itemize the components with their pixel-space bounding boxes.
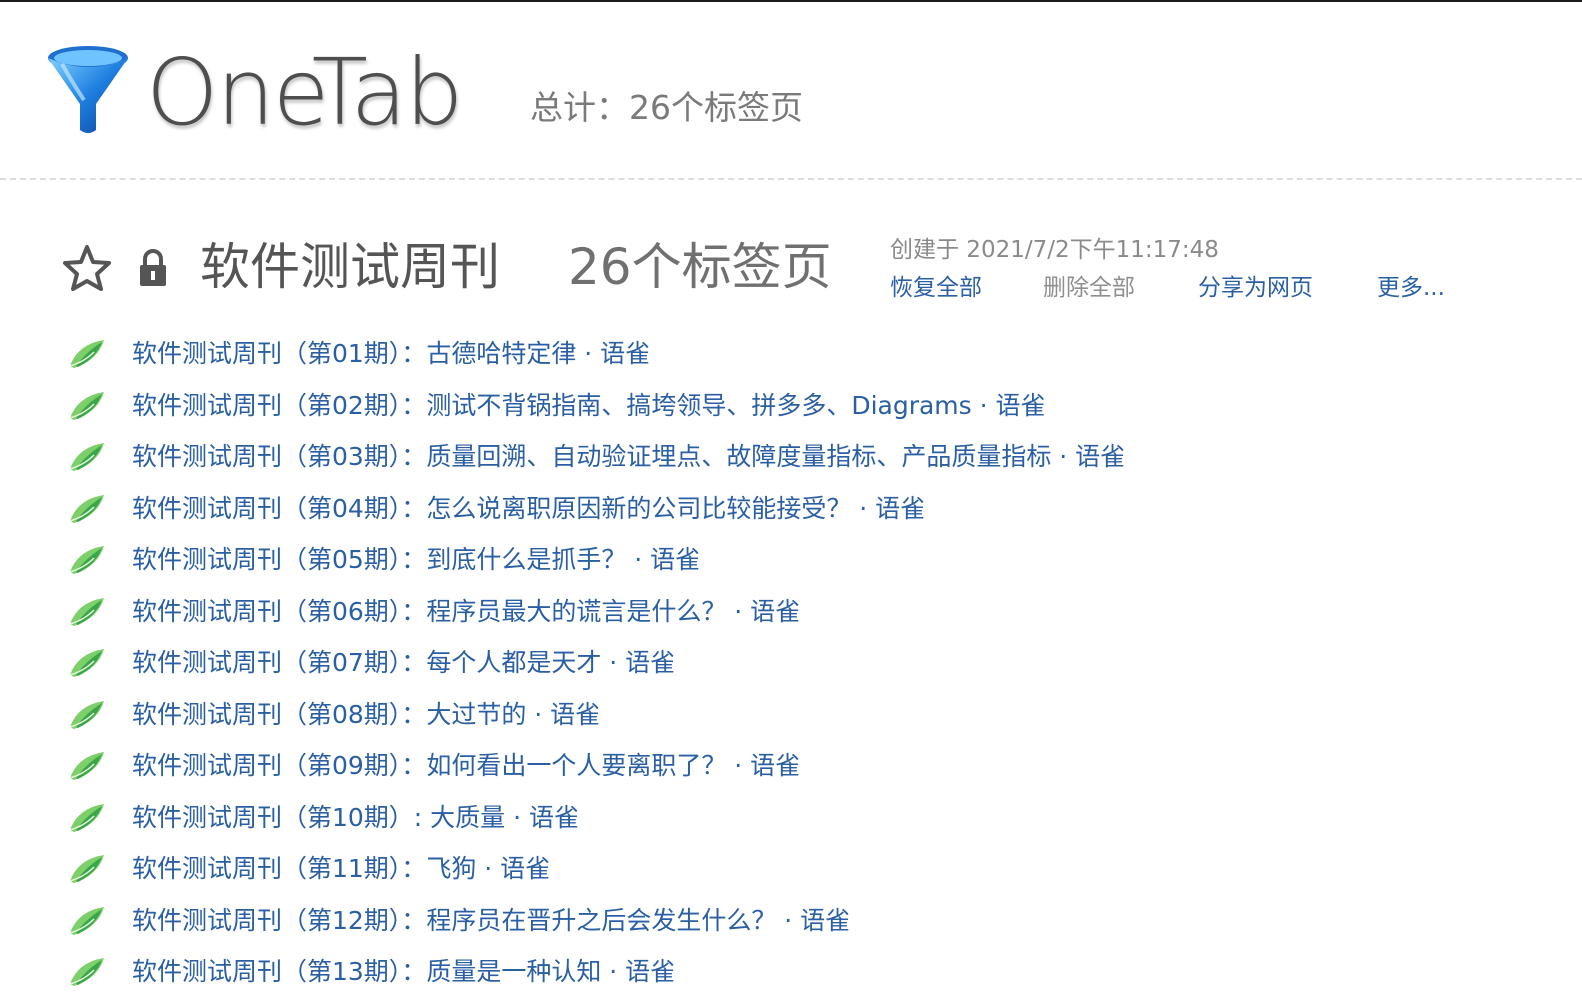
header-divider — [0, 178, 1582, 180]
tab-link[interactable]: 软件测试周刊（第08期）：大过节的 · 语雀 — [132, 695, 600, 735]
tab-row[interactable]: 软件测试周刊（第05期）：到底什么是抓手？ · 语雀 — [60, 536, 1520, 584]
tab-link[interactable]: 软件测试周刊（第06期）：程序员最大的谎言是什么？ · 语雀 — [132, 592, 800, 632]
yuque-favicon-icon — [68, 853, 108, 885]
tab-link[interactable]: 软件测试周刊（第03期）：质量回溯、自动验证埋点、故障度量指标、产品质量指标 ·… — [132, 437, 1125, 477]
yuque-favicon-icon — [68, 544, 108, 576]
tab-row[interactable]: 软件测试周刊（第08期）：大过节的 · 语雀 — [60, 691, 1520, 739]
yuque-favicon-icon — [68, 596, 108, 628]
page-header: OneTab 总计：26个标签页 — [0, 2, 1582, 180]
tab-row[interactable]: 软件测试周刊（第09期）：如何看出一个人要离职了？ · 语雀 — [60, 742, 1520, 790]
yuque-favicon-icon — [68, 905, 108, 937]
total-tabs-count: 总计：26个标签页 — [530, 88, 803, 127]
restore-all-link[interactable]: 恢复全部 — [890, 272, 982, 304]
tab-row[interactable]: 软件测试周刊（第04期）：怎么说离职原因新的公司比较能接受？ · 语雀 — [60, 485, 1520, 533]
tab-row[interactable]: 软件测试周刊（第11期）：飞狗 · 语雀 — [60, 845, 1520, 893]
group-created-date: 创建于 2021/7/2下午11:17:48 — [890, 237, 1219, 263]
tab-row[interactable]: 软件测试周刊（第12期）：程序员在晋升之后会发生什么？ · 语雀 — [60, 897, 1520, 945]
yuque-favicon-icon — [68, 802, 108, 834]
tab-row[interactable]: 软件测试周刊（第13期）：质量是一种认知 · 语雀 — [60, 948, 1520, 996]
yuque-favicon-icon — [68, 956, 108, 988]
tab-link[interactable]: 软件测试周刊（第13期）：质量是一种认知 · 语雀 — [132, 952, 675, 992]
tab-row[interactable]: 软件测试周刊（第03期）：质量回溯、自动验证埋点、故障度量指标、产品质量指标 ·… — [60, 433, 1520, 481]
app-logo-text: OneTab — [146, 39, 463, 146]
yuque-favicon-icon — [68, 390, 108, 422]
yuque-favicon-icon — [68, 750, 108, 782]
tab-link[interactable]: 软件测试周刊（第10期）: 大质量 · 语雀 — [132, 798, 579, 838]
tab-row[interactable]: 软件测试周刊（第01期）：古德哈特定律 · 语雀 — [60, 330, 1520, 378]
yuque-favicon-icon — [68, 493, 108, 525]
yuque-favicon-icon — [68, 647, 108, 679]
tab-link[interactable]: 软件测试周刊（第11期）：飞狗 · 语雀 — [132, 849, 550, 889]
tab-link[interactable]: 软件测试周刊（第05期）：到底什么是抓手？ · 语雀 — [132, 540, 700, 580]
tab-link[interactable]: 软件测试周刊（第12期）：程序员在晋升之后会发生什么？ · 语雀 — [132, 901, 850, 941]
tab-link[interactable]: 软件测试周刊（第01期）：古德哈特定律 · 语雀 — [132, 334, 650, 374]
yuque-favicon-icon — [68, 338, 108, 370]
tab-row[interactable]: 软件测试周刊（第10期）: 大质量 · 语雀 — [60, 794, 1520, 842]
tab-row[interactable]: 软件测试周刊（第02期）：测试不背锅指南、搞垮领导、拼多多、Diagrams ·… — [60, 382, 1520, 430]
tab-row[interactable]: 软件测试周刊（第06期）：程序员最大的谎言是什么？ · 语雀 — [60, 588, 1520, 636]
star-icon[interactable] — [62, 244, 112, 292]
delete-all-link[interactable]: 删除全部 — [1043, 272, 1135, 304]
group-title[interactable]: 软件测试周刊 — [200, 232, 500, 302]
lock-icon[interactable] — [138, 248, 168, 288]
share-as-webpage-link[interactable]: 分享为网页 — [1198, 272, 1313, 304]
yuque-favicon-icon — [68, 441, 108, 473]
tab-link[interactable]: 软件测试周刊（第07期）：每个人都是天才 · 语雀 — [132, 643, 675, 683]
tab-link[interactable]: 软件测试周刊（第02期）：测试不背锅指南、搞垮领导、拼多多、Diagrams ·… — [132, 386, 1046, 426]
tab-row[interactable]: 软件测试周刊（第07期）：每个人都是天才 · 语雀 — [60, 639, 1520, 687]
group-tab-count: 26个标签页 — [568, 238, 832, 296]
yuque-favicon-icon — [68, 699, 108, 731]
tab-link[interactable]: 软件测试周刊（第09期）：如何看出一个人要离职了？ · 语雀 — [132, 746, 800, 786]
tab-link[interactable]: 软件测试周刊（第04期）：怎么说离职原因新的公司比较能接受？ · 语雀 — [132, 489, 925, 529]
funnel-logo-icon — [48, 46, 128, 133]
more-menu-link[interactable]: 更多... — [1377, 272, 1445, 304]
